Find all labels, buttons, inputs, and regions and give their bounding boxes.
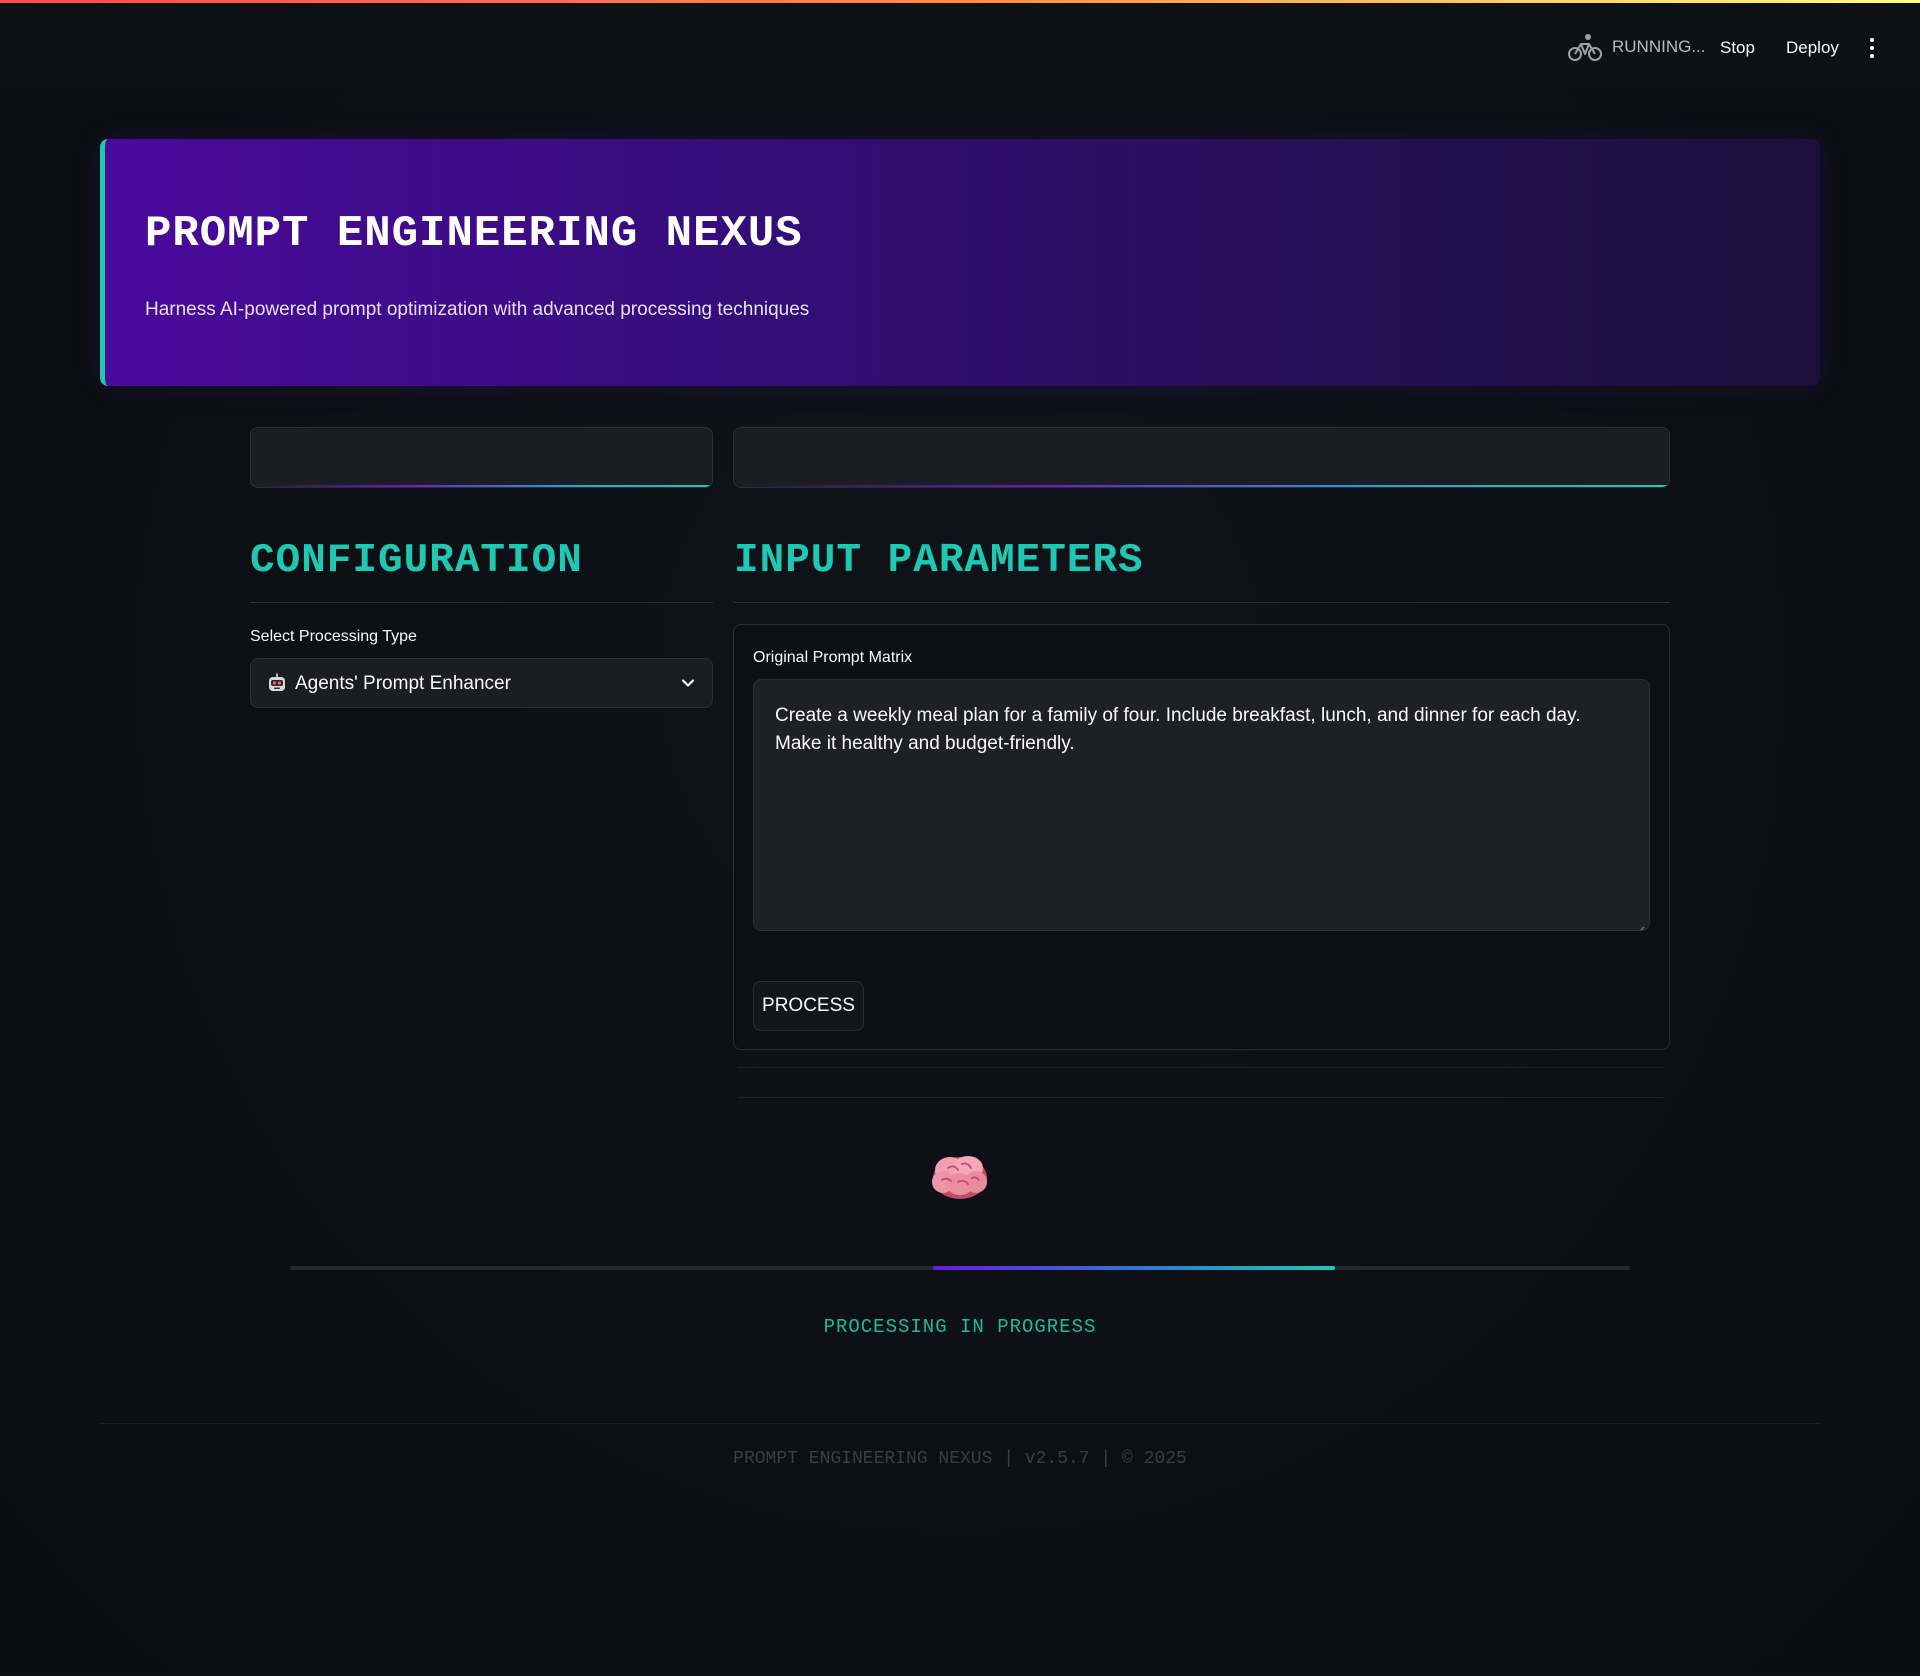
configuration-heading: CONFIGURATION bbox=[250, 538, 583, 584]
stop-button[interactable]: Stop bbox=[1720, 33, 1755, 63]
horizontal-divider bbox=[738, 1097, 1665, 1098]
processing-status-text: PROCESSING IN PROGRESS bbox=[823, 1316, 1097, 1338]
page-subtitle: Harness AI-powered prompt optimization w… bbox=[145, 299, 810, 320]
input-form: Original Prompt Matrix Create a weekly m… bbox=[733, 624, 1670, 1050]
processing-type-value: Agents' Prompt Enhancer bbox=[295, 673, 511, 694]
processing-type-select[interactable]: Agents' Prompt Enhancer bbox=[250, 658, 713, 708]
horizontal-divider bbox=[738, 1067, 1665, 1068]
processing-type-label: Select Processing Type bbox=[250, 628, 417, 645]
prompt-textarea-label: Original Prompt Matrix bbox=[753, 649, 913, 666]
prompt-textarea[interactable]: Create a weekly meal plan for a family o… bbox=[753, 679, 1650, 931]
running-status: RUNNING... bbox=[1568, 31, 1706, 63]
resize-grip-icon[interactable] bbox=[1635, 916, 1645, 930]
main-menu-button[interactable] bbox=[1866, 35, 1878, 61]
prompt-textarea-value: Create a weekly meal plan for a family o… bbox=[775, 705, 1581, 754]
page-title: PROMPT ENGINEERING NEXUS bbox=[145, 209, 803, 259]
vertical-ellipsis-icon bbox=[1870, 38, 1874, 42]
robot-face-icon bbox=[267, 673, 287, 693]
footer-divider bbox=[100, 1423, 1820, 1424]
brain-icon bbox=[928, 1148, 992, 1204]
app-toolbar: RUNNING... Stop Deploy bbox=[0, 3, 1920, 87]
running-status-label: RUNNING... bbox=[1612, 37, 1706, 56]
footer: PROMPT ENGINEERING NEXUS | v2.5.7 | © 20… bbox=[733, 1449, 1187, 1469]
process-button[interactable]: PROCESS bbox=[753, 981, 864, 1031]
input-parameters-heading: INPUT PARAMETERS bbox=[734, 538, 1144, 584]
progress-bar bbox=[290, 1266, 1630, 1270]
status-card-left bbox=[250, 427, 713, 488]
configuration-divider bbox=[250, 602, 713, 603]
hero-banner: PROMPT ENGINEERING NEXUS Harness AI-powe… bbox=[100, 139, 1820, 386]
progress-indicator bbox=[933, 1266, 1336, 1270]
deploy-button[interactable]: Deploy bbox=[1786, 33, 1839, 63]
running-cyclist-icon bbox=[1568, 32, 1602, 62]
chevron-down-icon bbox=[680, 675, 696, 691]
input-parameters-divider bbox=[734, 602, 1670, 603]
status-card-right bbox=[733, 427, 1670, 488]
